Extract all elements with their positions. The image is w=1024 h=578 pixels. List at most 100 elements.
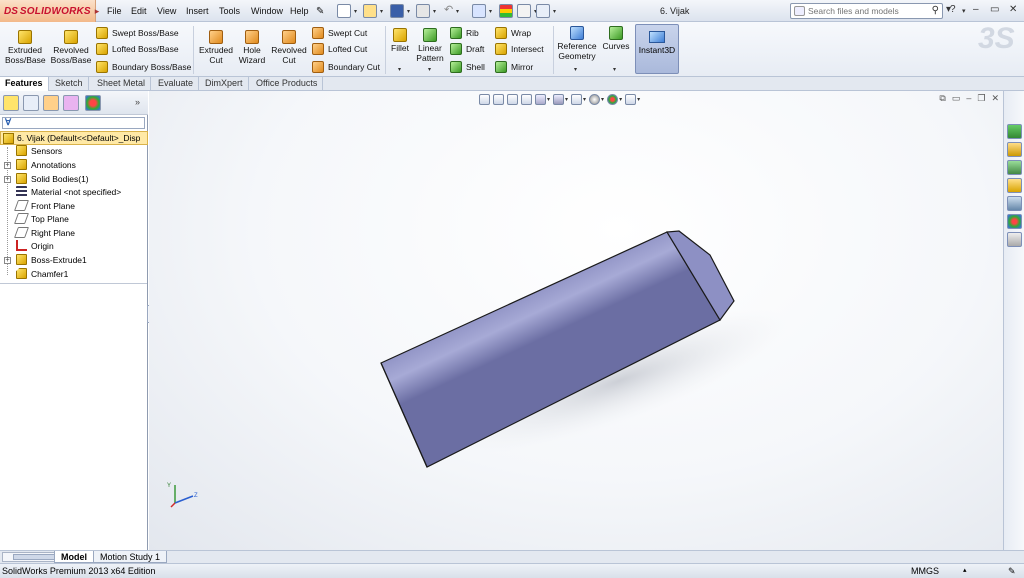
search-icon[interactable]: ⚲ (932, 5, 939, 16)
open-dropdown-icon[interactable]: ▾ (380, 8, 383, 15)
lofted-boss-button[interactable]: Lofted Boss/Base (96, 42, 179, 56)
file-properties-icon[interactable] (517, 4, 531, 18)
tree-item-annotations[interactable]: Annotations (16, 159, 76, 172)
swept-cut-button[interactable]: Swept Cut (312, 26, 367, 40)
boundary-boss-button[interactable]: Boundary Boss/Base (96, 60, 191, 74)
mirror-button[interactable]: Mirror (495, 60, 533, 74)
tab-motion-study-1[interactable]: Motion Study 1 (93, 551, 168, 563)
lofted-cut-button[interactable]: Lofted Cut (312, 42, 367, 56)
part-model-view[interactable] (149, 91, 1003, 550)
menu-insert[interactable]: Insert (186, 6, 209, 16)
help-dropdown-icon[interactable]: ▾ (962, 7, 966, 15)
display-manager-tab-icon[interactable] (85, 95, 101, 111)
revolved-boss-button[interactable]: Revolved Boss/Base (50, 30, 92, 65)
curves-dropdown-icon[interactable]: ▾ (613, 66, 616, 73)
dimxpert-manager-tab-icon[interactable] (63, 95, 79, 111)
tree-item-right-plane[interactable]: Right Plane (13, 227, 75, 240)
intersect-button[interactable]: Intersect (495, 42, 544, 56)
revolved-cut-button[interactable]: Revolved Cut (270, 30, 308, 65)
fillet-dropdown-icon[interactable]: ▾ (398, 66, 401, 73)
reference-geometry-button[interactable]: Reference Geometry (556, 26, 598, 61)
search-box[interactable]: ⚲ (790, 3, 943, 19)
file-explorer-icon[interactable] (1007, 160, 1022, 175)
units-dropdown-icon[interactable]: ▴ (963, 564, 967, 578)
view-palette-icon[interactable] (1007, 178, 1022, 193)
menu-window[interactable]: Window (251, 6, 283, 16)
select-icon[interactable] (472, 4, 486, 18)
draft-button[interactable]: Draft (450, 42, 484, 56)
search-input[interactable] (808, 5, 918, 17)
rib-button[interactable]: Rib (450, 26, 479, 40)
help-icon[interactable]: ? (950, 4, 956, 15)
shell-button[interactable]: Shell (450, 60, 485, 74)
select-dropdown-icon[interactable]: ▾ (489, 8, 492, 15)
graphics-area[interactable]: ▾ ▾ ▾ ▾ ▾ ▾ ⧉ ▭ – ❐ ✕ Y Z (149, 91, 1003, 550)
tree-item-chamfer1[interactable]: Chamfer1 (16, 268, 68, 281)
tree-filter[interactable]: ∀ (2, 117, 145, 129)
swept-boss-button[interactable]: Swept Boss/Base (96, 26, 179, 40)
feature-manager-tab-icon[interactable] (3, 95, 19, 111)
solidworks-logo[interactable]: DS SOLIDWORKS ▸ (0, 0, 99, 22)
save-dropdown-icon[interactable]: ▾ (407, 8, 410, 15)
open-icon[interactable] (363, 4, 377, 18)
property-manager-tab-icon[interactable] (23, 95, 39, 111)
rebuild-status-icon[interactable]: ✎ (1008, 564, 1016, 578)
options-dropdown-icon[interactable]: ▾ (553, 8, 556, 15)
menu-edit[interactable]: Edit (131, 6, 147, 16)
expand-solid-bodies-icon[interactable]: + (4, 176, 11, 183)
tab-evaluate[interactable]: Evaluate (153, 77, 200, 91)
new-document-icon[interactable] (337, 4, 351, 18)
undo-dropdown-icon[interactable]: ▾ (456, 8, 459, 15)
appearances-scenes-icon[interactable] (1007, 214, 1022, 229)
undo-icon[interactable]: ↶ (444, 3, 453, 16)
tree-item-front-plane[interactable]: Front Plane (13, 200, 75, 213)
tree-item-origin[interactable]: Origin (16, 240, 54, 253)
search-results-icon[interactable] (1007, 196, 1022, 211)
menu-view[interactable]: View (157, 6, 176, 16)
expand-boss-extrude-icon[interactable]: + (4, 257, 11, 264)
instant3d-button[interactable]: Instant3D (635, 24, 679, 74)
menu-help[interactable]: Help (290, 6, 309, 16)
curves-button[interactable]: Curves (600, 26, 632, 51)
tree-item-boss-extrude1[interactable]: Boss-Extrude1 (16, 254, 87, 267)
close-icon[interactable]: ✕ (1009, 4, 1017, 15)
save-icon[interactable] (390, 4, 404, 18)
custom-properties-icon[interactable] (1007, 232, 1022, 247)
units-indicator[interactable]: MMGS (911, 564, 939, 578)
expand-annotations-icon[interactable]: + (4, 162, 11, 169)
fillet-button[interactable]: Fillet (388, 28, 412, 53)
tab-office-products[interactable]: Office Products (251, 77, 324, 91)
reference-geometry-dropdown-icon[interactable]: ▾ (574, 66, 577, 73)
new-dropdown-icon[interactable]: ▾ (354, 8, 357, 15)
extruded-cut-button[interactable]: Extruded Cut (197, 30, 235, 65)
tab-dimxpert[interactable]: DimXpert (200, 77, 249, 91)
tree-root-part[interactable]: 6. Vijak (Default<<Default>_Disp (0, 131, 148, 145)
configuration-manager-tab-icon[interactable] (43, 95, 59, 111)
tab-features[interactable]: Features (0, 77, 49, 91)
linear-pattern-dropdown-icon[interactable]: ▾ (428, 66, 431, 73)
menu-tools[interactable]: Tools (219, 6, 240, 16)
rebuild-icon[interactable] (499, 4, 513, 18)
menu-file[interactable]: File (107, 6, 122, 16)
print-dropdown-icon[interactable]: ▾ (433, 8, 436, 15)
tab-sheet-metal[interactable]: Sheet Metal (92, 77, 152, 91)
extruded-boss-button[interactable]: Extruded Boss/Base (5, 30, 46, 65)
tab-model[interactable]: Model (54, 551, 94, 563)
tab-sketch[interactable]: Sketch (50, 77, 89, 91)
expand-panel-icon[interactable]: » (135, 97, 140, 107)
search-scope-icon[interactable] (794, 6, 805, 16)
tree-item-sensors[interactable]: Sensors (16, 145, 62, 158)
pushpin-icon[interactable]: ✎ (316, 6, 324, 17)
restore-icon[interactable]: ▭ (990, 4, 999, 15)
linear-pattern-button[interactable]: Linear Pattern (414, 28, 446, 63)
print-icon[interactable] (416, 4, 430, 18)
minimize-icon[interactable]: – (973, 4, 979, 15)
wrap-button[interactable]: Wrap (495, 26, 531, 40)
design-library-icon[interactable] (1007, 142, 1022, 157)
solidworks-resources-icon[interactable] (1007, 124, 1022, 139)
tree-item-material[interactable]: Material <not specified> (16, 186, 121, 199)
options-icon[interactable] (536, 4, 550, 18)
tree-item-solid-bodies[interactable]: Solid Bodies(1) (16, 173, 89, 186)
boundary-cut-button[interactable]: Boundary Cut (312, 60, 380, 74)
tree-item-top-plane[interactable]: Top Plane (13, 213, 69, 226)
